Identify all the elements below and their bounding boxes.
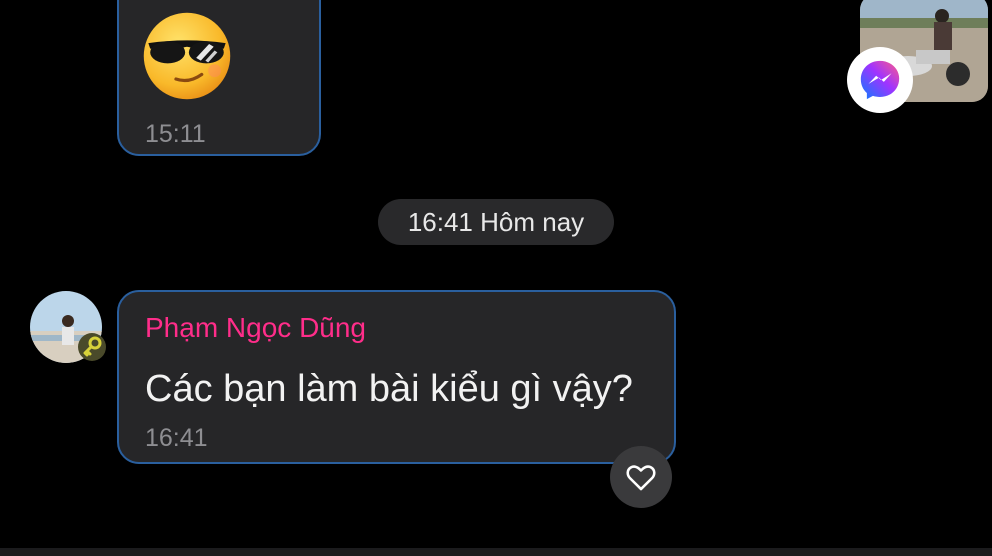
- heart-reaction-button[interactable]: [610, 446, 672, 508]
- messenger-logo: [860, 60, 900, 100]
- bottom-divider: [0, 548, 992, 556]
- message-bubble-text[interactable]: Phạm Ngọc Dũng Các bạn làm bài kiểu gì v…: [117, 290, 676, 464]
- date-separator: 16:41 Hôm nay: [378, 199, 614, 245]
- message-text: Các bạn làm bài kiểu gì vậy?: [145, 368, 633, 410]
- sender-name[interactable]: Phạm Ngọc Dũng: [145, 312, 366, 344]
- sunglasses-emoji-icon: [143, 12, 231, 100]
- message-bubble-emoji[interactable]: 15:11: [117, 0, 321, 156]
- messenger-icon[interactable]: [847, 47, 913, 113]
- key-icon: [78, 333, 106, 361]
- sender-avatar[interactable]: [30, 291, 106, 363]
- heart-icon: [626, 465, 656, 491]
- message-timestamp: 16:41: [145, 424, 208, 452]
- message-timestamp: 15:11: [145, 120, 206, 148]
